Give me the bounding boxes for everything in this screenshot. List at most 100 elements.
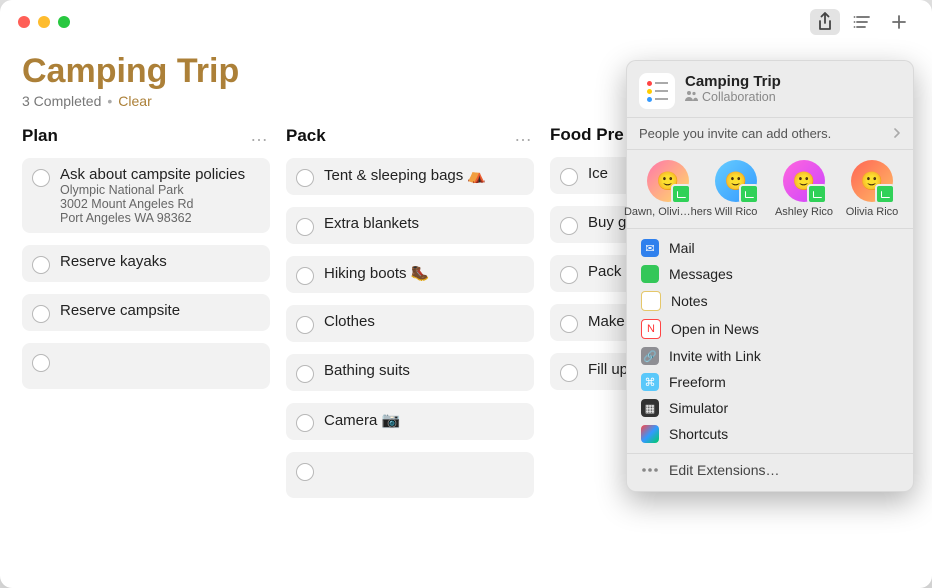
link-icon: 🔗 — [641, 347, 659, 365]
share-people-row: 🙂Dawn, Olivi…hers🙂Will Rico🙂Ashley Rico🙂… — [627, 150, 913, 229]
shortcuts-icon — [641, 425, 659, 443]
column-more-button[interactable]: … — [514, 125, 534, 146]
complete-radio[interactable] — [296, 218, 314, 236]
share-app-item[interactable]: ⌘Freeform — [635, 369, 905, 395]
new-reminder-button[interactable] — [884, 9, 914, 35]
new-reminder-placeholder[interactable] — [286, 452, 534, 498]
person-name: Will Rico — [715, 206, 758, 218]
share-app-label: Messages — [669, 266, 733, 282]
news-icon: N — [641, 319, 661, 339]
complete-radio[interactable] — [296, 365, 314, 383]
column-more-button[interactable]: … — [250, 125, 270, 146]
people-icon — [685, 90, 698, 104]
share-person[interactable]: 🙂 Ashley Rico — [773, 160, 835, 218]
reminder-item[interactable]: Camera 📷 — [286, 403, 534, 440]
avatar: 🙂 — [851, 160, 893, 202]
reminder-item[interactable]: Extra blankets — [286, 207, 534, 244]
share-app-label: Notes — [671, 293, 708, 309]
reminder-item[interactable]: Tent & sleeping bags ⛺️ — [286, 158, 534, 195]
view-options-button[interactable] — [847, 9, 877, 35]
person-name: Olivia Rico — [846, 206, 899, 218]
person-name: Dawn, Olivi…hers — [624, 206, 712, 218]
complete-radio[interactable] — [560, 168, 578, 186]
share-person[interactable]: 🙂 Will Rico — [705, 160, 767, 218]
complete-radio[interactable] — [560, 266, 578, 284]
complete-radio — [32, 354, 50, 372]
reminder-title: Bathing suits — [324, 362, 410, 379]
reminder-title: Ice — [588, 165, 608, 182]
chevron-right-icon — [894, 126, 901, 141]
messages-badge-icon — [807, 184, 827, 204]
share-app-item[interactable]: ▦Simulator — [635, 395, 905, 421]
reminder-title: Reserve campsite — [60, 302, 180, 319]
complete-radio[interactable] — [296, 316, 314, 334]
share-person[interactable]: 🙂 Olivia Rico — [841, 160, 903, 218]
complete-radio[interactable] — [296, 267, 314, 285]
notes-icon — [641, 291, 661, 311]
reminder-item[interactable]: Bathing suits — [286, 354, 534, 391]
reminder-item[interactable]: Clothes — [286, 305, 534, 342]
reminder-item[interactable]: Reserve kayaks — [22, 245, 270, 282]
share-app-item[interactable]: ✉︎ Mail — [635, 235, 905, 261]
new-reminder-placeholder[interactable] — [22, 343, 270, 389]
reminder-item[interactable]: Hiking boots 🥾 — [286, 256, 534, 293]
share-app-list: ✉︎ Mail Messages Notes N Open in News 🔗 Invite … — [627, 229, 913, 453]
complete-radio[interactable] — [560, 315, 578, 333]
list-icon — [853, 14, 871, 30]
avatar: 🙂 — [783, 160, 825, 202]
app-window: Camping Trip 3 Completed • Clear Plan…As… — [0, 0, 932, 588]
reminder-note: Olympic National Park 3002 Mount Angeles… — [60, 183, 245, 225]
popover-title: Camping Trip — [685, 73, 781, 90]
share-app-label: Mail — [669, 240, 695, 256]
complete-radio[interactable] — [296, 414, 314, 432]
share-app-item[interactable]: Messages — [635, 261, 905, 287]
msg-icon — [641, 265, 659, 283]
reminder-item[interactable]: Reserve campsite — [22, 294, 270, 331]
column: Pack…Tent & sleeping bags ⛺️Extra blanke… — [286, 119, 534, 498]
share-person[interactable]: 🙂Dawn, Olivi…hers — [637, 160, 699, 218]
more-icon — [641, 462, 659, 481]
complete-radio[interactable] — [560, 364, 578, 382]
complete-radio[interactable] — [32, 256, 50, 274]
reminder-title: Camera 📷 — [324, 411, 400, 429]
messages-badge-icon — [671, 184, 691, 204]
share-permissions-row[interactable]: People you invite can add others. — [627, 118, 913, 150]
close-button[interactable] — [18, 16, 30, 28]
complete-radio[interactable] — [560, 217, 578, 235]
mail-icon: ✉︎ — [641, 239, 659, 257]
share-app-item[interactable]: N Open in News — [635, 315, 905, 343]
complete-radio[interactable] — [32, 169, 50, 187]
reminder-title: Hiking boots 🥾 — [324, 264, 429, 282]
avatar: 🙂 — [715, 160, 757, 202]
share-button[interactable] — [810, 9, 840, 35]
column-title: Food Pre — [550, 125, 624, 145]
column: Plan … Ask about campsite policiesOlympic … — [22, 119, 270, 498]
reminder-item[interactable]: Ask about campsite policiesOlympic Natio… — [22, 158, 270, 233]
freeform-icon: ⌘ — [641, 373, 659, 391]
person-name: Ashley Rico — [775, 206, 833, 218]
share-app-item[interactable]: Shortcuts — [635, 421, 905, 447]
reminder-title: Reserve kayaks — [60, 253, 167, 270]
share-app-label: Invite with Link — [669, 348, 761, 364]
share-popover: Camping Trip Collaboration People you in… — [626, 60, 914, 492]
toolbar-right — [810, 9, 914, 35]
share-app-item[interactable]: 🔗 Invite with Link — [635, 343, 905, 369]
complete-radio[interactable] — [296, 169, 314, 187]
edit-extensions-button[interactable]: Edit Extensions… — [627, 453, 913, 491]
share-app-item[interactable]: Notes — [635, 287, 905, 315]
share-app-label: Simulator — [669, 400, 728, 416]
messages-badge-icon — [875, 184, 895, 204]
column-title: Plan — [22, 126, 58, 146]
share-app-label: Open in News — [671, 321, 759, 337]
plus-icon — [891, 14, 907, 30]
zoom-button[interactable] — [58, 16, 70, 28]
avatar: 🙂 — [647, 160, 689, 202]
reminder-title: Clothes — [324, 313, 375, 330]
list-thumb-icon — [639, 73, 675, 109]
clear-completed-button[interactable]: Clear — [118, 93, 151, 109]
reminder-title: Ask about campsite policies — [60, 166, 245, 183]
reminder-title: Tent & sleeping bags ⛺️ — [324, 166, 486, 184]
completed-count: 3 Completed — [22, 93, 101, 109]
minimize-button[interactable] — [38, 16, 50, 28]
complete-radio[interactable] — [32, 305, 50, 323]
